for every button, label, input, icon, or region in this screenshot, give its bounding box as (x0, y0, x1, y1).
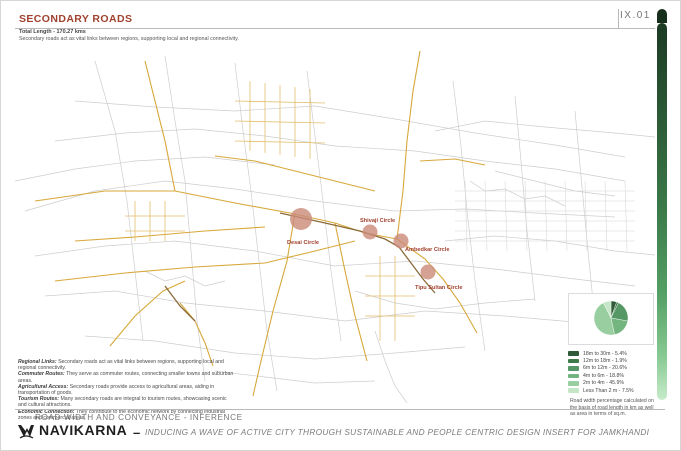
traffic-circle-marker (290, 208, 312, 230)
legend-item: 4m to 6m - 18.8% (568, 372, 658, 379)
legend-swatch (568, 388, 579, 393)
sheet-number: IX.01 (620, 10, 651, 21)
note-regional-links: Regional Links: Secondary roads act as v… (18, 359, 236, 371)
legend-item: 12m to 18m - 1.9% (568, 357, 658, 364)
note-term: Tourism Routes: (18, 396, 60, 403)
sheet-number-divider (618, 9, 619, 29)
road-width-legend: 18m to 30m - 5.4% 12m to 18m - 1.9% 6m t… (568, 350, 658, 417)
local-roads (15, 55, 655, 403)
legend-item: 6m to 12m - 20.6% (568, 365, 658, 372)
legend-label: 4m to 6m - 18.8% (583, 372, 624, 379)
note-tourism-routes: Tourism Routes: Many secondary roads are… (18, 396, 236, 408)
legend-label: 18m to 30m - 5.4% (583, 350, 627, 357)
navikarna-logo-icon (18, 425, 34, 439)
legend-item: 2m to 4m - 45.9% (568, 380, 658, 387)
road-function-notes: Regional Links: Secondary roads act as v… (18, 359, 236, 421)
circle-label-ambedkar: Ambedkar Circle (405, 247, 449, 253)
legend-swatch (568, 366, 579, 371)
legend-swatch (568, 373, 579, 379)
note-agricultural-access: Agricultural Access: Secondary roads pro… (18, 384, 236, 396)
page-title: SECONDARY ROADS (19, 13, 133, 25)
circle-label-desai: Desai Circle (287, 240, 319, 246)
legend-label: 12m to 18m - 1.9% (583, 358, 627, 365)
legend-swatch (568, 358, 579, 364)
legend-label: Less Than 2 m - 7.5% (583, 387, 634, 394)
side-color-bar-cap (657, 9, 667, 23)
legend-item: Less Than 2 m - 7.5% (568, 387, 658, 394)
legend-label: 2m to 4m - 45.9% (583, 380, 624, 387)
brand-dash: – (133, 425, 141, 440)
legend-swatch (568, 380, 579, 386)
traffic-circle-marker (420, 264, 436, 280)
side-color-bar (657, 23, 667, 400)
legend-note: Road width percentage calculated on the … (570, 398, 654, 417)
total-length: Total Length - 170.27 kms (19, 29, 86, 35)
footer-subtitle: ROAD WIDTH AND CONVEYANCE - INFERENCE (35, 413, 243, 422)
note-commuter-routes: Commuter Routes: They serve as commuter … (18, 371, 236, 383)
brand-name: NAVIKARNA (39, 422, 128, 438)
pie-chart-graphic (593, 300, 629, 336)
brand-tagline: INDUCING A WAVE OF ACTIVE CITY THROUGH S… (145, 427, 650, 437)
title-divider (15, 28, 655, 29)
traffic-circle-marker (362, 224, 378, 240)
circle-label-shivaji: Shivaji Circle (360, 218, 395, 224)
secondary-street-clusters (125, 81, 415, 341)
legend-item: 18m to 30m - 5.4% (568, 350, 658, 357)
note-term: Commuter Routes: (18, 371, 65, 378)
legend-swatch (568, 351, 579, 356)
legend-label: 6m to 12m - 20.6% (583, 365, 627, 372)
footer-divider (15, 409, 665, 410)
circle-label-tipu-sultan: Tipu Sultan Circle (415, 285, 462, 291)
road-network-map: Desai Circle Shivaji Circle Ambedkar Cir… (15, 50, 655, 403)
note-term: Agricultural Access: (18, 383, 69, 390)
map-sheet: SECONDARY ROADS IX.01 Total Length - 170… (0, 0, 681, 451)
road-width-pie-chart (568, 293, 654, 345)
note-term: Regional Links: (18, 359, 57, 365)
